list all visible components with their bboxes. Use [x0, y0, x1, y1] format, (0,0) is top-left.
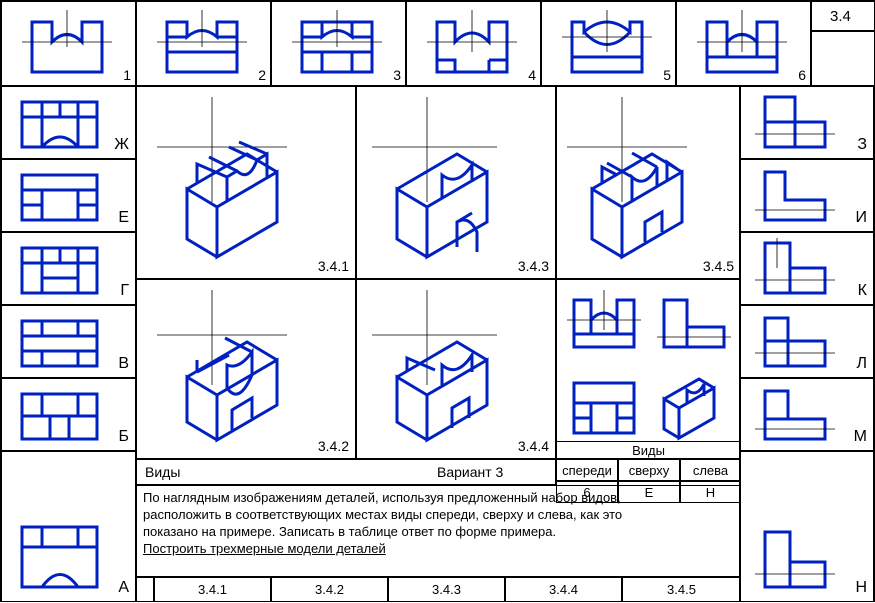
iso-3-4-2: 3.4.2 [136, 279, 356, 459]
top-label-1: 1 [123, 67, 131, 83]
right-view-n: Н [739, 451, 874, 602]
left-view-zh: Ж [1, 86, 136, 159]
right-view-l: Л [739, 305, 874, 378]
top-view-1: 1 [1, 1, 136, 86]
iso-3-4-3: 3.4.3 [356, 86, 556, 279]
top-view-2: 2 [136, 1, 271, 86]
iso-3-4-4: 3.4.4 [356, 279, 556, 459]
page-badge-empty [811, 31, 875, 86]
top-view-4: 4 [406, 1, 541, 86]
example-views [556, 279, 741, 459]
top-label-6: 6 [798, 67, 806, 83]
title-row: Виды Вариант 3 [136, 459, 556, 485]
top-label-2: 2 [258, 67, 266, 83]
left-view-a: А [1, 451, 136, 602]
top-label-4: 4 [528, 67, 536, 83]
right-view-i: И [739, 159, 874, 232]
top-label-5: 5 [663, 67, 671, 83]
instructions: По наглядным изображениям деталей, испол… [136, 485, 741, 577]
top-view-6: 6 [676, 1, 811, 86]
right-view-k: К [739, 232, 874, 305]
right-view-m: М [739, 378, 874, 451]
right-view-z: З [739, 86, 874, 159]
top-label-3: 3 [393, 67, 401, 83]
page-badge: 3.4 [811, 1, 875, 31]
left-view-v: В [1, 305, 136, 378]
left-view-g: Г [1, 232, 136, 305]
top-view-3: 3 [271, 1, 406, 86]
front-view-icon [2, 2, 137, 87]
left-view-e: Е [1, 159, 136, 232]
answer-row: 3.4.1 3.4.2 3.4.3 3.4.4 3.4.5 [136, 577, 741, 602]
left-view-b: Б [1, 378, 136, 451]
top-view-5: 5 [541, 1, 676, 86]
iso-3-4-5: 3.4.5 [556, 86, 741, 279]
iso-3-4-1: 3.4.1 [136, 86, 356, 279]
